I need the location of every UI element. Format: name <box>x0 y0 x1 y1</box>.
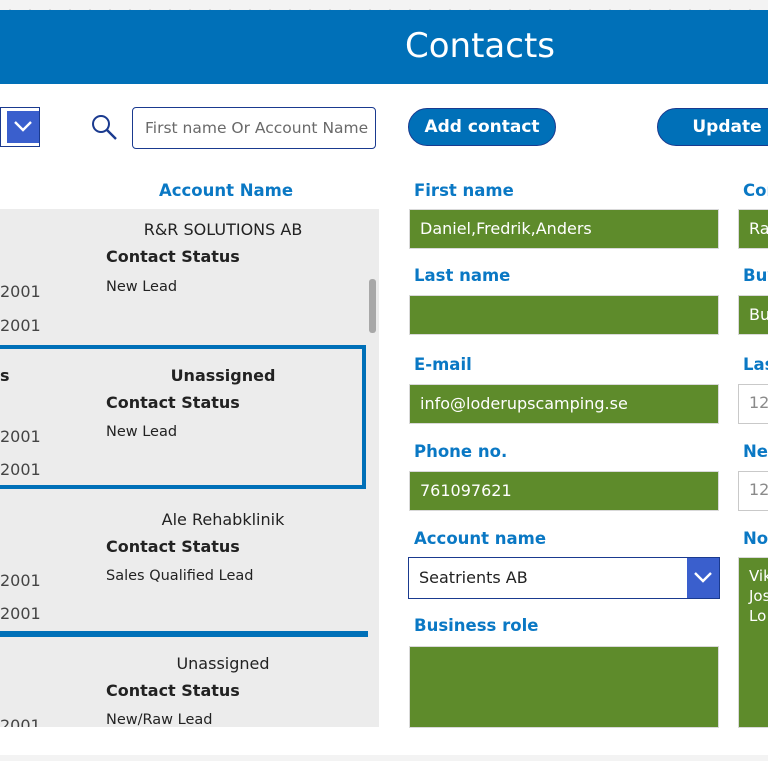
update-button[interactable]: Update <box>657 108 768 146</box>
right-field-label: Las <box>743 355 768 374</box>
item-separator <box>0 631 368 637</box>
account-name: Unassigned <box>176 654 270 673</box>
account-name-label: Account name <box>414 529 547 548</box>
account-name-selected: Seatrients AB <box>419 568 528 587</box>
search-icon[interactable] <box>89 113 121 145</box>
account-name-column-header: Account Name <box>158 181 294 200</box>
search-input[interactable] <box>132 107 376 149</box>
page-title: Contacts <box>405 26 555 66</box>
filter-dropdown[interactable] <box>0 107 40 147</box>
chevron-down-icon[interactable] <box>687 558 719 598</box>
right-field[interactable]: Bu <box>738 295 768 335</box>
date-value: 2001 <box>0 604 41 623</box>
account-name: Ale Rehabklinik <box>161 510 285 529</box>
contacts-gallery[interactable]: R&R SOLUTIONS AB Contact Status New Lead… <box>0 209 379 727</box>
list-item[interactable]: R&R SOLUTIONS AB Contact Status New Lead… <box>0 209 379 353</box>
date-value: 2001 <box>0 571 41 590</box>
phone-label: Phone no. <box>414 442 508 461</box>
phone-field[interactable]: 761097621 <box>409 471 719 511</box>
email-label: E-mail <box>414 355 472 374</box>
gallery-scrollbar[interactable] <box>369 279 376 333</box>
business-role-field[interactable] <box>409 646 719 728</box>
notes-text: Vik Jos Lo <box>749 566 768 626</box>
contact-status-value: Sales Qualified Lead <box>106 568 254 584</box>
business-role-label: Business role <box>414 616 539 635</box>
header-bar: Contacts <box>0 10 768 84</box>
date-input[interactable]: 12 <box>738 471 768 511</box>
list-item[interactable]: Ale Rehabklinik Contact Status Sales Qua… <box>0 497 379 641</box>
contact-status-label: Contact Status <box>106 247 240 266</box>
contact-status-value: New/Raw Lead <box>106 712 213 727</box>
list-item[interactable]: Unassigned Contact Status New/Raw Lead 2… <box>0 641 379 727</box>
email-field[interactable]: info@loderupscamping.se <box>409 384 719 424</box>
first-name-field[interactable]: Daniel,Fredrik,Anders <box>409 209 719 249</box>
account-name: R&R SOLUTIONS AB <box>143 220 303 239</box>
notes-line: Vik <box>749 567 768 585</box>
selected-item-border <box>0 345 366 489</box>
right-field-label: Buy <box>743 266 768 285</box>
right-field-label: Cor <box>743 181 768 200</box>
date-value: 2001 <box>0 282 41 301</box>
contact-status-value: New Lead <box>106 279 178 295</box>
right-field-label: Nex <box>743 442 768 461</box>
add-contact-button[interactable]: Add contact <box>408 108 556 146</box>
chevron-down-icon[interactable] <box>7 111 39 143</box>
last-name-field[interactable] <box>409 295 719 335</box>
contact-status-label: Contact Status <box>106 681 240 700</box>
date-value: 2001 <box>0 316 41 335</box>
date-input[interactable]: 12 <box>738 384 768 424</box>
app-screen: Contacts Add contact Update Account Name… <box>0 10 768 755</box>
contact-status-label: Contact Status <box>106 537 240 556</box>
date-value: 2001 <box>0 716 41 727</box>
last-name-label: Last name <box>414 266 511 285</box>
right-field-label: Not <box>743 529 768 548</box>
right-field[interactable]: Ra <box>738 209 768 249</box>
notes-line: Lo <box>749 607 767 625</box>
first-name-label: First name <box>414 181 514 200</box>
notes-line: Jos <box>749 587 768 605</box>
account-name-dropdown[interactable]: Seatrients AB <box>408 557 720 599</box>
